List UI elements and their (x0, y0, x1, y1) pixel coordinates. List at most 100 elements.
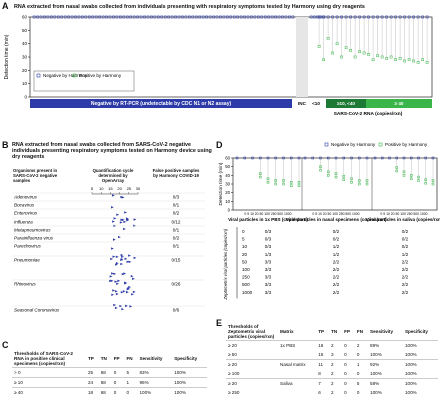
panel-b-col1: Organisms present in SARS-CoV-2 negative… (13, 168, 58, 183)
panel-e-letter: E (216, 318, 223, 328)
panel-a-chart: 0 10 20 30 40 50 60 Detection time (min) Negativ… (4, 15, 433, 117)
c-cell: 5 (124, 366, 138, 378)
c-cell: > 0 (12, 366, 86, 378)
c-cell: 68 (98, 366, 112, 378)
c-cell: 68 (98, 376, 112, 388)
false-positive-value: 0/15 (172, 258, 181, 263)
legend-negative-marker (324, 142, 329, 147)
false-positive-value: 0/1 (173, 228, 180, 233)
c-cell: 68 (98, 386, 112, 397)
c-cell: 0 (111, 366, 125, 378)
qc-point (133, 218, 137, 221)
count-saliva: 2/2 (402, 267, 409, 272)
organism-label: Rhinovirus (14, 282, 36, 287)
c-table-row: > 0 25 68 0 5 83% 100% (12, 366, 207, 378)
count-row-label: 10 (242, 244, 248, 249)
e-cell: 100% (404, 351, 417, 357)
ytick-label: 0 (24, 95, 27, 100)
count-pbs: 0/3 (265, 237, 272, 242)
e-cell: 3 (331, 351, 334, 357)
e-cell: 0 (342, 377, 355, 388)
panel-c-letter: C (2, 340, 9, 350)
e-cell: ≥ 20 (226, 358, 278, 369)
false-positive-value: 0/6 (173, 308, 180, 313)
qc-point (126, 290, 129, 294)
organism-label: Metapneumovirus (14, 228, 51, 233)
qc-point (114, 290, 118, 293)
c-table-row: ≥ 10 24 68 0 1 96% 100% (12, 376, 207, 388)
qc-point (131, 293, 134, 296)
e-cell: 89% (368, 339, 403, 350)
ytick-label: 60 (22, 15, 28, 20)
qc-point (115, 292, 119, 296)
qc-point (129, 305, 133, 308)
ge40-label: ≥ 40 (395, 101, 404, 106)
e-cell: 2 (329, 358, 343, 369)
e-cell: 2 (329, 377, 343, 388)
count-saliva: 2/2 (402, 282, 409, 287)
e-cell: 92% (368, 358, 403, 369)
c-cell: 83% (137, 366, 173, 378)
c-head-fp: FP (113, 356, 120, 362)
count-nasal: 1/2 (333, 252, 340, 257)
qc-point (120, 262, 124, 266)
ytick-label: 10 (22, 81, 28, 86)
e-cell: ≥ 20 (226, 339, 278, 350)
e-cell: 11 (316, 358, 330, 369)
y-axis-label: Detection time (min) (218, 162, 224, 205)
range-label: ≥10, <40 (337, 101, 355, 106)
qc-tick-label: 30 (136, 186, 141, 191)
qc-point (112, 289, 116, 292)
count-nasal: 2/2 (333, 282, 340, 287)
ytick-label: 30 (225, 182, 230, 187)
false-positive-value: 0/1 (173, 203, 180, 208)
qc-point (113, 272, 117, 276)
panel-c-table: Thresholds of SARS-CoV-2 RNA in positive… (12, 351, 207, 397)
c-cell: 100% (137, 386, 173, 397)
c-cell: 0 (124, 386, 138, 397)
qc-point (111, 194, 115, 197)
qc-point (114, 306, 118, 310)
qc-point (110, 257, 114, 261)
e-cell: 100% (370, 370, 382, 376)
false-positive-value: 0/1 (173, 244, 180, 249)
qc-point (132, 277, 135, 281)
c-head-fn: FN (126, 356, 133, 362)
e-table-row: ≥ 250 6 2 0 0 100% 100% (226, 388, 438, 397)
panel-b-col2: Quantification cycle determined by OpenA… (92, 168, 134, 183)
e-cell: ≥ 250 (228, 389, 240, 395)
qc-point (122, 290, 126, 293)
y-axis-label: Detection time (min) (4, 34, 10, 79)
count-saliva: 0/2 (402, 229, 409, 234)
organism-label: Influenza (14, 220, 33, 225)
qc-point (115, 261, 119, 265)
panel-e-table: Thresholds of Zeptometrix viral particle… (226, 324, 438, 397)
qc-point (123, 227, 126, 231)
count-saliva: 2/2 (402, 259, 409, 264)
c-cell: 100% (172, 366, 207, 378)
count-saliva: 0/2 (402, 244, 409, 249)
ytick-label: 40 (225, 173, 230, 178)
organism-label: Bocavirus (14, 203, 35, 208)
qc-point (125, 304, 128, 308)
qc-tick-label: 5 (91, 186, 94, 191)
c-head-threshold: Thresholds of SARS-CoV-2 RNA in positive… (14, 351, 73, 367)
c-head-tp: TP (88, 356, 94, 362)
e-cell: 8 (318, 370, 321, 376)
false-positive-value: 0/26 (172, 282, 181, 287)
c-cell: ≥ 40 (12, 386, 86, 397)
ytick-label: 40 (22, 41, 28, 46)
count-pbs: 3/3 (265, 282, 272, 287)
qc-point (116, 282, 120, 285)
e-cell: 1x PBS (278, 339, 317, 350)
inc-label: INC (298, 101, 307, 106)
c-cell: ≥ 10 (12, 376, 86, 388)
e-table-row: ≥ 20 Nasal matrix 11 2 0 1 92% 100% (226, 358, 438, 369)
e-cell: Nasal matrix (278, 358, 317, 369)
qc-tick-label: 10 (99, 186, 104, 191)
qc-point (123, 220, 127, 224)
count-pbs: 3/3 (265, 267, 272, 272)
panel-a-title: RNA extracted from nasal swabs collected… (14, 4, 365, 10)
count-row-label: 5 (242, 237, 245, 242)
count-pbs: 1/3 (265, 252, 272, 257)
